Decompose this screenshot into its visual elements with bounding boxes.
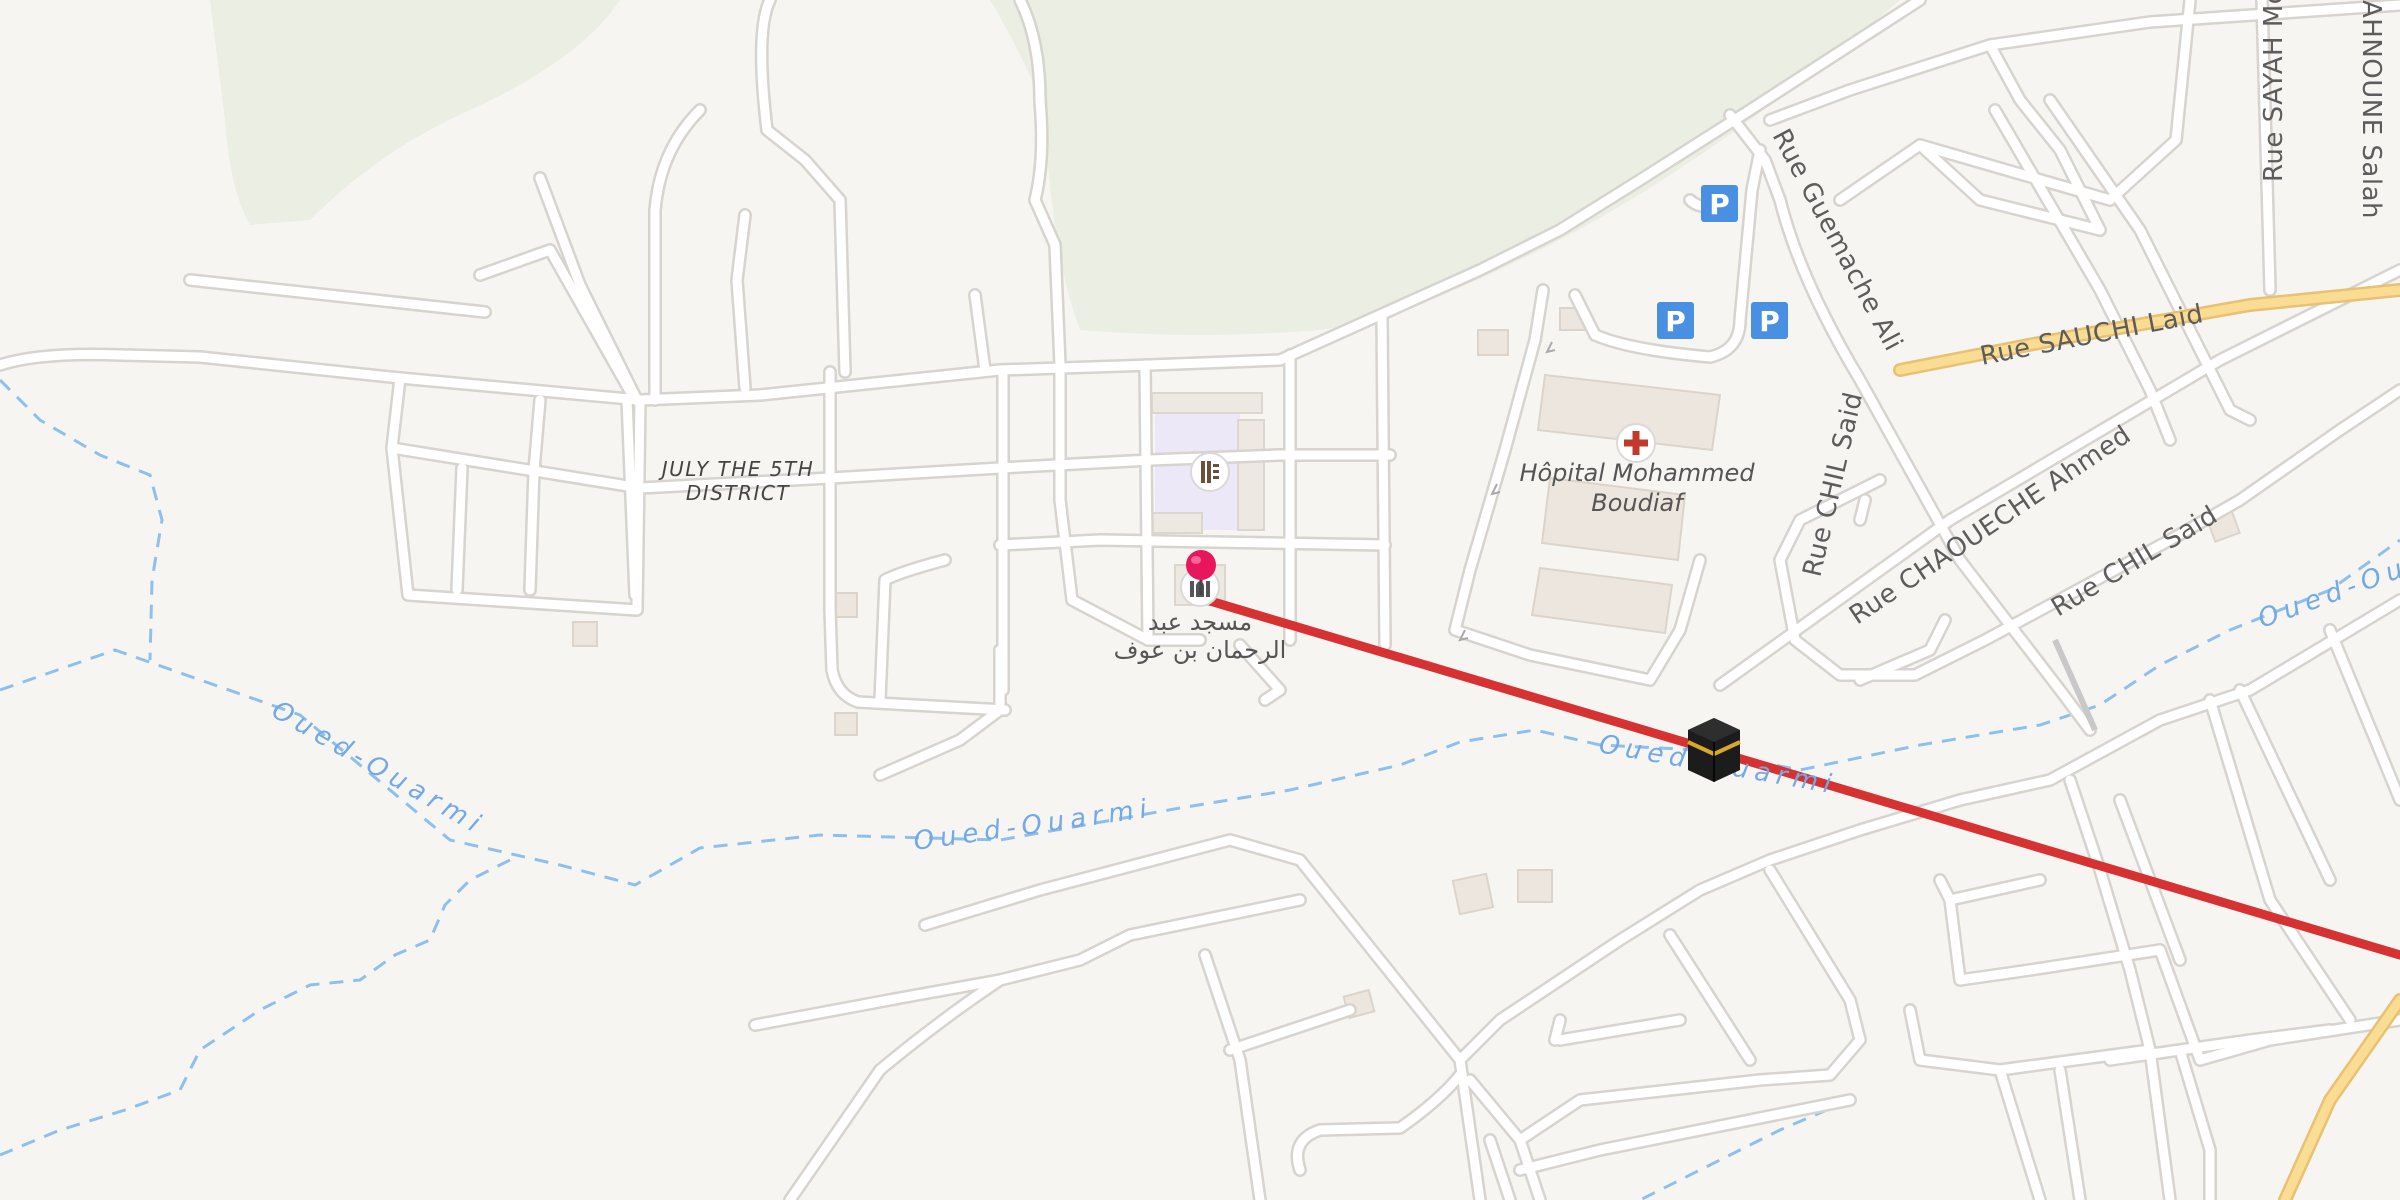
parking-icon[interactable]: P — [1751, 302, 1788, 339]
street-label-sayah-mo: Rue SAYAH Moh — [2259, 0, 2289, 182]
hospital-label-line2: Boudiaf — [1591, 489, 1686, 517]
district-label-line1: JULY THE 5TH — [658, 457, 815, 481]
hospital-cross-icon[interactable] — [1616, 423, 1656, 463]
svg-text:P: P — [1665, 305, 1686, 338]
parking-icon[interactable]: P — [1657, 302, 1694, 339]
mosque-label-line1: مسجد عبد — [1148, 608, 1252, 636]
hospital-label-line1: Hôpital Mohammed — [1519, 459, 1755, 487]
building — [1151, 392, 1263, 414]
parking-icon[interactable]: P — [1701, 185, 1738, 222]
school-icon[interactable] — [1190, 452, 1230, 492]
district-label-line2: DISTRICT — [686, 481, 790, 505]
building — [1151, 512, 1203, 534]
kaaba-icon[interactable] — [1687, 718, 1741, 782]
street-label-ahnoune-salah: AHNOUNE Salah — [2356, 0, 2386, 219]
svg-text:P: P — [1709, 188, 1730, 221]
building — [1237, 419, 1265, 531]
mosque-label-line2: الرحمان بن عوف — [1114, 636, 1287, 664]
map-canvas[interactable]: Rue Guemache Ali Rue SAUCHI Laid Rue CHI… — [0, 0, 2400, 1200]
svg-text:P: P — [1759, 305, 1780, 338]
